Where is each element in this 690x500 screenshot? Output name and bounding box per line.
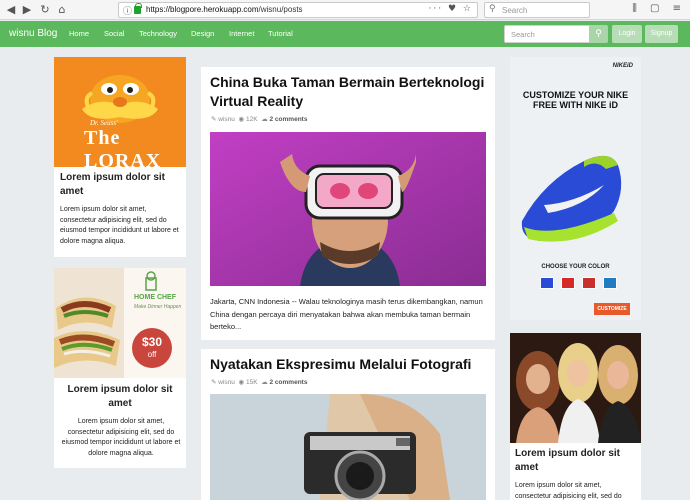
- color-swatch[interactable]: [540, 277, 554, 289]
- post-views: 15K: [246, 379, 258, 386]
- author-icon: ✎: [211, 379, 217, 386]
- post-views: 12K: [246, 116, 258, 123]
- lorax-image: Dr. Seuss' The LORAX: [54, 57, 186, 167]
- discount-price: $30: [141, 335, 163, 349]
- nav-search-input[interactable]: Search: [504, 25, 590, 43]
- comments-icon: ☁: [261, 116, 268, 123]
- comments-icon: ☁: [261, 379, 268, 386]
- page-actions-icon[interactable]: ··· ♥ ☆: [429, 4, 473, 14]
- login-button[interactable]: Login: [612, 25, 642, 43]
- author-icon: ✎: [211, 116, 217, 123]
- forward-icon[interactable]: ▶: [20, 3, 34, 17]
- post-excerpt: Jakarta, CNN Indonesia -- Walau teknolog…: [210, 297, 483, 331]
- nav-link-design[interactable]: Design: [191, 29, 214, 38]
- post-author[interactable]: wisnu: [218, 379, 235, 386]
- home-chef-tagline: Make Dinner Happen: [134, 304, 182, 310]
- lorax-title: The LORAX: [84, 127, 162, 167]
- color-swatch[interactable]: [582, 277, 596, 289]
- post-card: Nyatakan Ekspresimu Melalui Fotografi ✎ …: [201, 349, 495, 500]
- back-icon[interactable]: ◀: [4, 3, 18, 17]
- site-navbar: wisnu Blog Home Social Technology Design…: [0, 21, 690, 47]
- camera-photo-image[interactable]: [210, 394, 486, 500]
- sidebar-card[interactable]: HOME CHEF Make Dinner Happen $30 off Lor…: [54, 268, 186, 468]
- card-title[interactable]: Lorem ipsum dolor sit amet: [515, 447, 637, 475]
- nike-brand: NIKEiD: [612, 63, 633, 69]
- browser-search-field[interactable]: ⚲ Search: [484, 2, 590, 18]
- nav-link-tutorial[interactable]: Tutorial: [268, 29, 293, 38]
- nav-link-home[interactable]: Home: [69, 29, 89, 38]
- views-icon: ◉: [238, 379, 245, 386]
- celebrity-photo-image: [510, 333, 641, 443]
- discount-label: off: [147, 350, 157, 359]
- post-card: China Buka Taman Bermain Berteknologi Vi…: [201, 67, 495, 340]
- customize-button[interactable]: CUSTOMIZE: [594, 303, 630, 315]
- post-comments[interactable]: 2 comments: [270, 116, 308, 123]
- home-chef-brand: HOME CHEF: [134, 294, 176, 301]
- lorax-prefix: Dr. Seuss': [90, 119, 118, 127]
- browser-toolbar: ◀ ▶ ↻ ⌂ ⓘ https://blogpore.herokuapp.com…: [0, 0, 690, 20]
- sidebar-card[interactable]: Lorem ipsum dolor sit amet Lorem ipsum d…: [510, 333, 641, 500]
- post-title[interactable]: China Buka Taman Bermain Berteknologi Vi…: [210, 73, 490, 111]
- nav-link-technology[interactable]: Technology: [139, 29, 177, 38]
- color-swatch[interactable]: [603, 277, 617, 289]
- post-comments[interactable]: 2 comments: [270, 379, 308, 386]
- nav-search-button[interactable]: ⚲: [589, 25, 608, 43]
- nav-link-social[interactable]: Social: [104, 29, 124, 38]
- card-title[interactable]: Lorem ipsum dolor sit amet: [60, 171, 180, 199]
- vr-headset-image[interactable]: [210, 132, 486, 286]
- nike-shoe-image: [514, 141, 637, 251]
- nike-ad[interactable]: NIKEiD CUSTOMIZE YOUR NIKE FREE WITH NIK…: [510, 57, 641, 320]
- card-body: Lorem ipsum dolor sit amet, consectetur …: [60, 206, 179, 245]
- nike-headline: CUSTOMIZE YOUR NIKE FREE WITH NIKE iD: [522, 90, 629, 110]
- info-icon[interactable]: ⓘ: [123, 4, 132, 17]
- choose-color-label: CHOOSE YOUR COLOR: [541, 264, 610, 270]
- search-icon: ⚲: [595, 29, 602, 39]
- post-meta: ✎ wisnu ◉ 15K ☁ 2 comments: [211, 378, 307, 386]
- library-icon[interactable]: ⫼ ▢ ≡: [632, 3, 686, 14]
- color-swatch[interactable]: [561, 277, 575, 289]
- lock-icon: [134, 3, 142, 14]
- address-text[interactable]: https://blogpore.herokuapp.com/wisnu/pos…: [146, 5, 303, 14]
- search-icon: ⚲: [489, 4, 496, 14]
- card-body: Lorem ipsum dolor sit amet, consectetur …: [61, 418, 181, 457]
- post-title[interactable]: Nyatakan Ekspresimu Melalui Fotografi: [210, 355, 490, 374]
- reload-icon[interactable]: ↻: [38, 3, 52, 17]
- signup-button[interactable]: Signup: [645, 25, 678, 43]
- brand-logo[interactable]: wisnu Blog: [9, 28, 57, 39]
- home-chef-ad-image: HOME CHEF Make Dinner Happen $30 off: [54, 268, 186, 378]
- home-icon[interactable]: ⌂: [55, 3, 69, 17]
- post-author[interactable]: wisnu: [218, 116, 235, 123]
- sidebar-card[interactable]: Dr. Seuss' The LORAX Lorem ipsum dolor s…: [54, 57, 186, 257]
- card-body: Lorem ipsum dolor sit amet, consectetur …: [515, 482, 622, 500]
- post-meta: ✎ wisnu ◉ 12K ☁ 2 comments: [211, 115, 307, 123]
- card-title[interactable]: Lorem ipsum dolor sit amet: [60, 383, 180, 411]
- address-bar[interactable]: ⓘ https://blogpore.herokuapp.com/wisnu/p…: [118, 2, 478, 18]
- views-icon: ◉: [238, 116, 245, 123]
- nav-link-internet[interactable]: Internet: [229, 29, 254, 38]
